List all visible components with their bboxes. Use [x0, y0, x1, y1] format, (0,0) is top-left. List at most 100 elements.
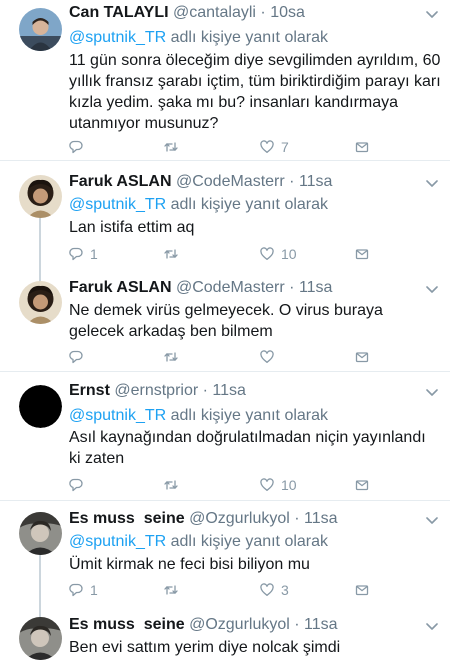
timestamp[interactable]: 11sa: [212, 382, 246, 399]
direct-message-button[interactable]: [355, 139, 369, 155]
tweet-text: Ben evi sattım yerim diye nolcak şimdi: [69, 639, 341, 656]
envelope-icon: [355, 585, 369, 596]
user-handle[interactable]: @Ozgurlukyol: [189, 616, 290, 633]
reply-count: 1: [90, 582, 98, 598]
chevron-down-icon[interactable]: [426, 11, 438, 19]
display-name[interactable]: Faruk ASLAN: [69, 279, 172, 296]
avatar[interactable]: [19, 175, 62, 218]
envelope-icon: [355, 142, 369, 153]
retweet-icon: [164, 352, 178, 362]
separator-dot: ·: [294, 616, 300, 633]
like-button[interactable]: 3: [260, 582, 289, 598]
retweet-button[interactable]: [164, 246, 185, 262]
avatar[interactable]: [19, 8, 62, 51]
tweet[interactable]: Ernst @ernstprior · 11sa @sputnik_TR adl…: [0, 372, 450, 500]
separator-dot: ·: [289, 173, 295, 190]
envelope-icon: [355, 480, 369, 491]
display-name[interactable]: Faruk ASLAN: [69, 173, 172, 190]
tweet[interactable]: Can TALAYLI @cantalayli · 10sa @sputnik_…: [0, 0, 450, 160]
tweet-header: Es muss seine @Ozgurlukyol · 11sa: [69, 509, 338, 529]
mention-link[interactable]: @sputnik_TR: [69, 533, 166, 550]
user-handle[interactable]: @Ozgurlukyol: [189, 510, 290, 527]
direct-message-button[interactable]: [355, 582, 369, 598]
chevron-down-icon[interactable]: [426, 623, 438, 631]
chevron-down-icon[interactable]: [426, 286, 438, 294]
reply-icon: [69, 583, 83, 597]
mention-link[interactable]: @sputnik_TR: [69, 29, 166, 46]
like-button[interactable]: 10: [260, 246, 297, 262]
display-name[interactable]: Es muss seine: [69, 510, 185, 527]
timestamp[interactable]: 11sa: [304, 616, 338, 633]
chevron-down-icon[interactable]: [426, 389, 438, 397]
timestamp[interactable]: 11sa: [299, 173, 333, 190]
tweet-text: Lan istifa ettim aq: [69, 219, 195, 236]
tweet[interactable]: Faruk ASLAN @CodeMasterr · 11sa @sputnik…: [0, 161, 450, 270]
reply-button[interactable]: 1: [69, 246, 98, 262]
separator-dot: ·: [289, 279, 295, 296]
envelope-icon: [355, 249, 369, 260]
tweet-actions: 10: [69, 477, 369, 493]
tweet-text: Ne demek virüs gelmeyecek. O virus buray…: [69, 302, 383, 340]
reply-button[interactable]: [69, 349, 90, 365]
tweet[interactable]: Es muss seine @Ozgurlukyol · 11sa Ben ev…: [0, 606, 450, 665]
user-handle[interactable]: @CodeMasterr: [176, 279, 285, 296]
reply-context-suffix: adlı kişiye yanıt olarak: [166, 533, 329, 550]
retweet-button[interactable]: [164, 349, 185, 365]
heart-icon: [260, 583, 274, 596]
reply-icon: [69, 350, 83, 364]
user-handle[interactable]: @ernstprior: [114, 382, 198, 399]
timestamp[interactable]: 10sa: [270, 4, 305, 21]
like-count: 10: [281, 477, 297, 493]
reply-context: @sputnik_TR adlı kişiye yanıt olarak: [69, 28, 328, 48]
tweet-header: Faruk ASLAN @CodeMasterr · 11sa: [69, 278, 332, 298]
direct-message-button[interactable]: [355, 246, 369, 262]
display-name[interactable]: Ernst: [69, 382, 110, 399]
user-handle[interactable]: @cantalayli: [173, 4, 256, 21]
display-name[interactable]: Es muss seine: [69, 616, 185, 633]
like-button[interactable]: 7: [260, 139, 289, 155]
mention-link[interactable]: @sputnik_TR: [69, 196, 166, 213]
separator-dot: ·: [294, 510, 300, 527]
retweet-button[interactable]: [164, 477, 185, 493]
retweet-icon: [164, 585, 178, 595]
avatar-image: [19, 281, 62, 324]
reply-icon: [69, 140, 83, 154]
direct-message-button[interactable]: [355, 477, 369, 493]
chevron-down-icon[interactable]: [426, 517, 438, 525]
like-button[interactable]: 10: [260, 477, 297, 493]
display-name[interactable]: Can TALAYLI: [69, 4, 169, 21]
reply-button[interactable]: 1: [69, 582, 98, 598]
tweet-text: 11 gün sonra öleceğim diye sevgilimden a…: [69, 52, 441, 132]
tweet[interactable]: Faruk ASLAN @CodeMasterr · 11sa Ne demek…: [0, 270, 450, 371]
direct-message-button[interactable]: [355, 349, 369, 365]
heart-icon: [260, 140, 274, 153]
mention-link[interactable]: @sputnik_TR: [69, 407, 166, 424]
reply-context-suffix: adlı kişiye yanıt olarak: [166, 29, 329, 46]
reply-context-suffix: adlı kişiye yanıt olarak: [166, 407, 329, 424]
avatar[interactable]: [19, 281, 62, 324]
retweet-button[interactable]: [164, 139, 185, 155]
avatar[interactable]: [19, 512, 62, 555]
tweet-actions: 7: [69, 139, 369, 155]
timestamp[interactable]: 11sa: [304, 510, 338, 527]
avatar[interactable]: [19, 385, 62, 428]
reply-context-suffix: adlı kişiye yanıt olarak: [166, 196, 329, 213]
avatar-image: [19, 8, 62, 51]
like-button[interactable]: [260, 349, 281, 365]
avatar[interactable]: [19, 617, 62, 660]
reply-button[interactable]: [69, 139, 90, 155]
tweet-text: Asıl kaynağından doğrulatılmadan niçin y…: [69, 429, 426, 467]
tweet-header: Faruk ASLAN @CodeMasterr · 11sa: [69, 172, 332, 192]
heart-icon: [260, 350, 274, 363]
timestamp[interactable]: 11sa: [299, 279, 333, 296]
envelope-icon: [355, 352, 369, 363]
chevron-down-icon[interactable]: [426, 180, 438, 188]
reply-context: @sputnik_TR adlı kişiye yanıt olarak: [69, 195, 328, 215]
user-handle[interactable]: @CodeMasterr: [176, 173, 285, 190]
retweet-button[interactable]: [164, 582, 185, 598]
reply-context: @sputnik_TR adlı kişiye yanıt olarak: [69, 406, 328, 426]
tweet-actions: [69, 349, 369, 365]
like-count: 3: [281, 582, 289, 598]
tweet[interactable]: Es muss seine @Ozgurlukyol · 11sa @sputn…: [0, 501, 450, 606]
reply-button[interactable]: [69, 477, 90, 493]
